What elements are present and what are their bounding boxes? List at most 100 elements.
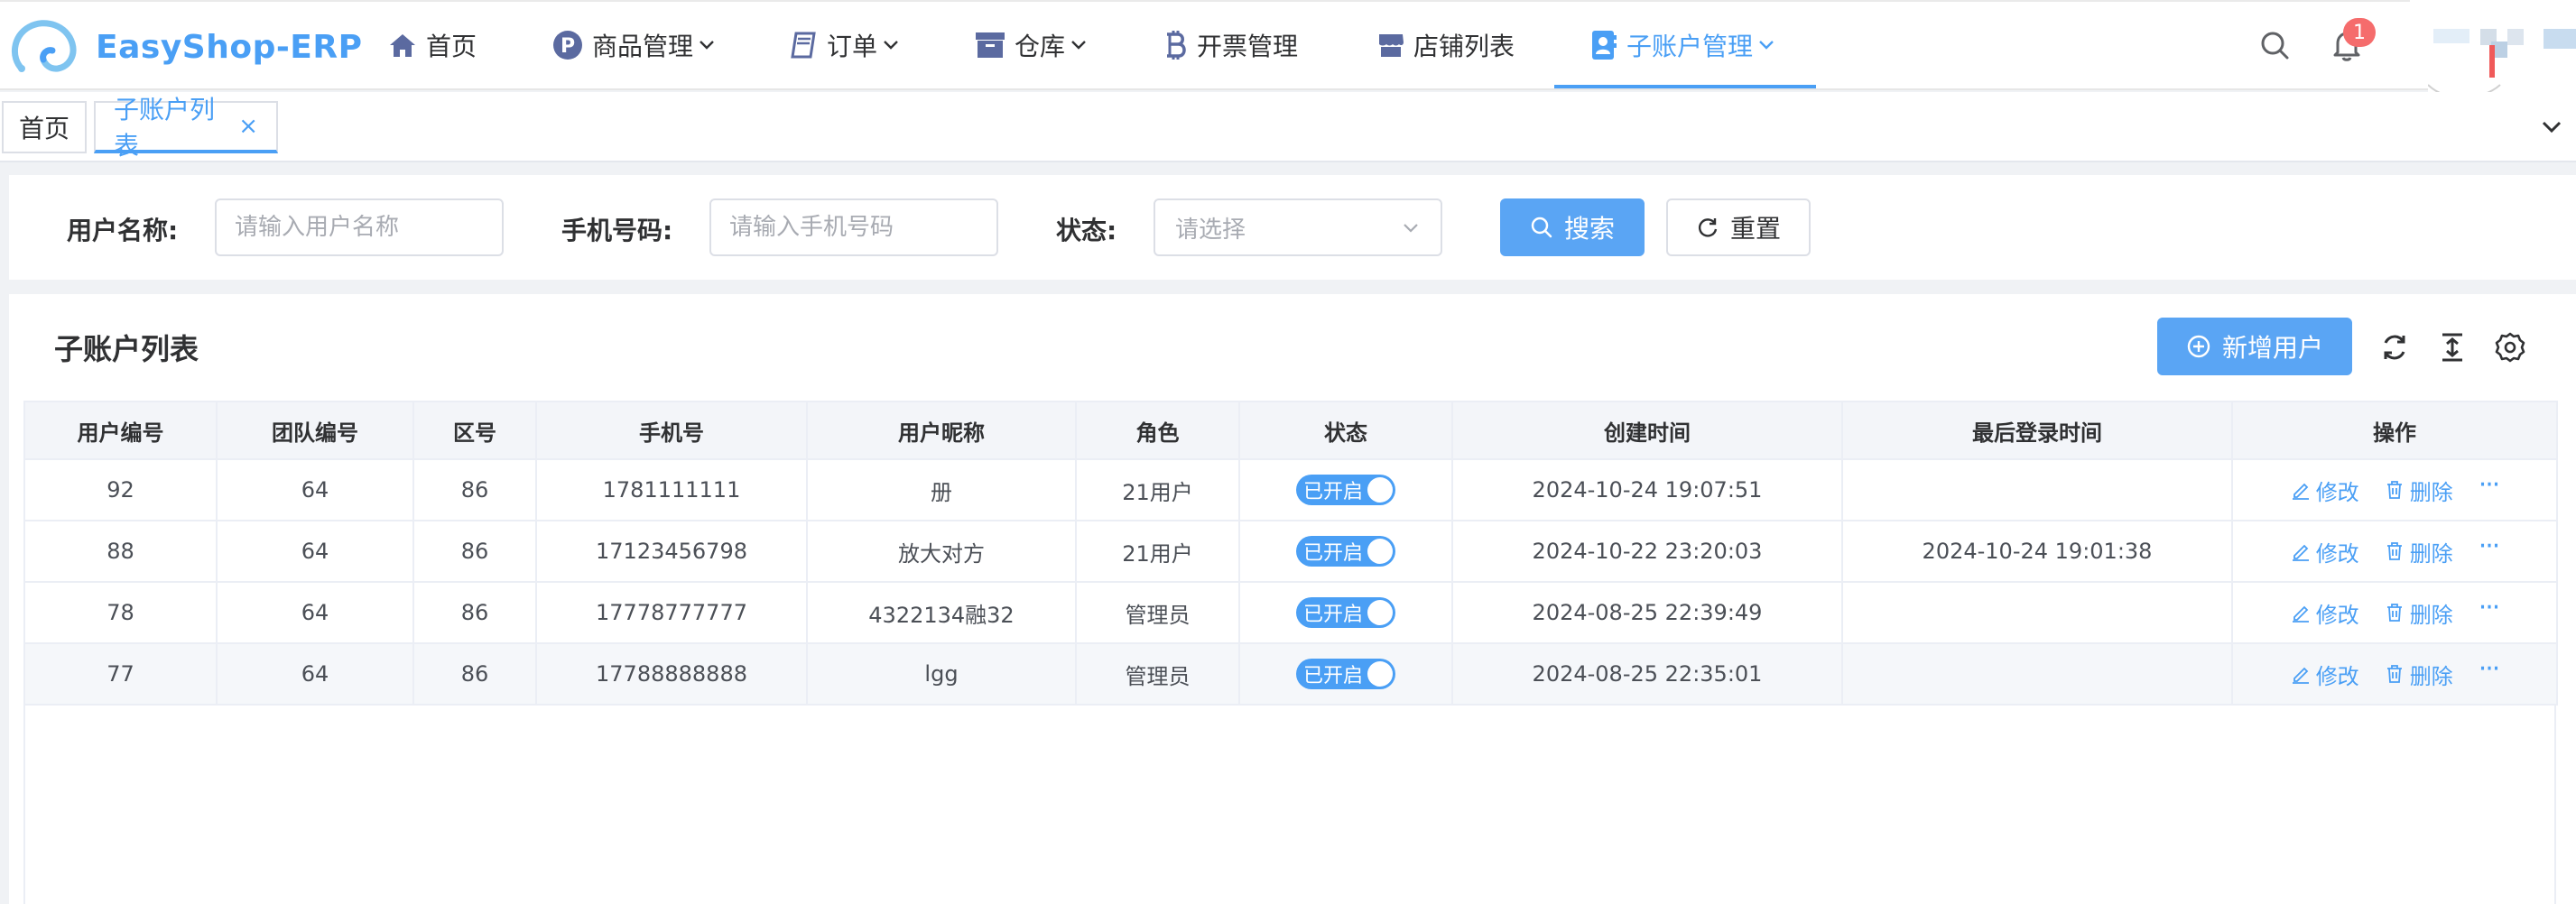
- status-select[interactable]: 请选择: [1154, 198, 1442, 256]
- table-empty-area: [23, 706, 2556, 904]
- status-toggle[interactable]: 已开启: [1296, 659, 1395, 689]
- cell-last-login: [1841, 458, 2233, 521]
- cell-nickname: 放大对方: [806, 520, 1077, 583]
- cell-phone: 17778777777: [535, 581, 808, 644]
- contact-book-icon: [1592, 31, 1617, 60]
- avatar[interactable]: [2428, 22, 2576, 103]
- delete-label: 删除: [2409, 479, 2453, 505]
- book-icon: [791, 32, 816, 59]
- more-actions-button[interactable]: ···: [2479, 653, 2501, 685]
- notification-badge: 1: [2343, 18, 2376, 47]
- cell-nickname: 4322134融32: [806, 581, 1077, 644]
- column-header[interactable]: 角色: [1075, 401, 1240, 460]
- table-row[interactable]: 77 64 86 17788888888 lgg 管理员 已开启 2024-08…: [23, 642, 2558, 706]
- column-header[interactable]: 最后登录时间: [1841, 401, 2233, 460]
- column-header[interactable]: 区号: [412, 401, 537, 460]
- tab-sub-account-list[interactable]: 子账户列表 ×: [94, 95, 278, 161]
- add-user-button[interactable]: 新增用户: [2157, 318, 2352, 375]
- delete-button[interactable]: 删除: [2385, 659, 2453, 690]
- status-toggle-label: 已开启: [1303, 542, 1364, 565]
- cell-role: 21用户: [1075, 458, 1240, 521]
- status-toggle[interactable]: 已开启: [1296, 597, 1395, 628]
- cell-role: 管理员: [1075, 581, 1240, 644]
- cell-phone: 17123456798: [535, 520, 808, 583]
- column-header[interactable]: 操作: [2231, 401, 2558, 460]
- edit-button[interactable]: 修改: [2291, 536, 2359, 567]
- phone-input[interactable]: [709, 198, 998, 256]
- table-row[interactable]: 78 64 86 17778777777 4322134融32 管理员 已开启 …: [23, 581, 2558, 644]
- cell-last-login: [1841, 642, 2233, 706]
- column-header[interactable]: 创建时间: [1451, 401, 1843, 460]
- nav-item-label: 订单: [827, 32, 878, 61]
- cell-created-time: 2024-08-25 22:39:49: [1451, 581, 1843, 644]
- delete-label: 删除: [2409, 602, 2453, 628]
- edit-button[interactable]: 修改: [2291, 659, 2359, 690]
- cell-team-id: 64: [216, 520, 414, 583]
- cell-actions: 修改 删除 ···: [2231, 642, 2558, 706]
- status-toggle-label: 已开启: [1303, 481, 1364, 503]
- cell-created-time: 2024-10-24 19:07:51: [1451, 458, 1843, 521]
- column-header[interactable]: 用户编号: [23, 401, 218, 460]
- cell-user-id: 77: [23, 642, 218, 706]
- cell-status: 已开启: [1238, 581, 1453, 644]
- nav-item-stores[interactable]: 店铺列表: [1377, 0, 1515, 90]
- delete-label: 删除: [2409, 540, 2453, 567]
- tab-home[interactable]: 首页: [2, 101, 87, 153]
- delete-button[interactable]: 删除: [2385, 475, 2453, 506]
- nav-item-invoice[interactable]: 开票管理: [1164, 0, 1298, 90]
- close-icon[interactable]: ×: [238, 113, 258, 140]
- home-icon: [390, 34, 415, 57]
- status-toggle[interactable]: 已开启: [1296, 536, 1395, 567]
- refresh-icon[interactable]: [2379, 332, 2410, 363]
- username-input[interactable]: [215, 198, 504, 256]
- trash-icon: [2386, 665, 2402, 683]
- product-p-icon: P: [553, 31, 582, 60]
- nav-item-sub-accounts[interactable]: 子账户管理: [1590, 0, 1776, 90]
- tab-label: 子账户列表: [114, 95, 216, 161]
- brand-name[interactable]: EasyShop-ERP: [96, 29, 362, 66]
- search-icon: [1531, 217, 1552, 238]
- cell-user-id: 92: [23, 458, 218, 521]
- nav-item-label: 子账户管理: [1626, 32, 1754, 61]
- plus-circle-icon: [2187, 335, 2210, 358]
- edit-button[interactable]: 修改: [2291, 475, 2359, 506]
- edit-pencil-icon: [2292, 667, 2309, 684]
- brand-logo-icon: [12, 20, 77, 72]
- nav-item-orders[interactable]: 订单: [789, 0, 901, 90]
- toggle-knob: [1367, 539, 1393, 564]
- more-actions-button[interactable]: ···: [2479, 530, 2501, 562]
- svg-text:P: P: [561, 35, 575, 58]
- cell-phone: 1781111111: [535, 458, 808, 521]
- search-button[interactable]: 搜索: [1500, 198, 1645, 256]
- search-icon[interactable]: [2258, 29, 2291, 61]
- status-toggle[interactable]: 已开启: [1296, 475, 1395, 505]
- nav-item-home[interactable]: 首页: [388, 0, 477, 90]
- reset-button[interactable]: 重置: [1666, 198, 1811, 256]
- gear-icon[interactable]: [2495, 332, 2525, 363]
- cell-nickname: lgg: [806, 642, 1077, 706]
- nav-item-products[interactable]: P 商品管理: [552, 0, 717, 90]
- column-header[interactable]: 团队编号: [216, 401, 414, 460]
- table-row[interactable]: 88 64 86 17123456798 放大对方 21用户 已开启 2024-…: [23, 520, 2558, 583]
- cell-created-time: 2024-10-22 23:20:03: [1451, 520, 1843, 583]
- more-actions-button[interactable]: ···: [2479, 592, 2501, 623]
- column-header[interactable]: 状态: [1238, 401, 1453, 460]
- search-form: 用户名称: 手机号码: 状态: 请选择 搜索 重置: [9, 175, 2576, 280]
- more-actions-button[interactable]: ···: [2479, 469, 2501, 501]
- edit-button[interactable]: 修改: [2291, 597, 2359, 629]
- column-header[interactable]: 用户昵称: [806, 401, 1077, 460]
- table-row[interactable]: 92 64 86 1781111111 册 21用户 已开启 2024-10-2…: [23, 458, 2558, 521]
- nav-item-label: 开票管理: [1197, 32, 1299, 61]
- chevron-down-icon: [884, 41, 898, 50]
- delete-button[interactable]: 删除: [2385, 536, 2453, 567]
- cell-area-code: 86: [412, 520, 537, 583]
- chevron-down-icon[interactable]: [2536, 112, 2567, 143]
- column-header[interactable]: 手机号: [535, 401, 808, 460]
- edit-pencil-icon: [2292, 605, 2309, 623]
- status-toggle-label: 已开启: [1303, 665, 1364, 687]
- delete-button[interactable]: 删除: [2385, 597, 2453, 629]
- list-title: 子账户列表: [54, 332, 199, 366]
- username-label: 用户名称:: [67, 216, 179, 245]
- nav-item-warehouse[interactable]: 仓库: [975, 0, 1089, 90]
- column-height-icon[interactable]: [2437, 332, 2468, 363]
